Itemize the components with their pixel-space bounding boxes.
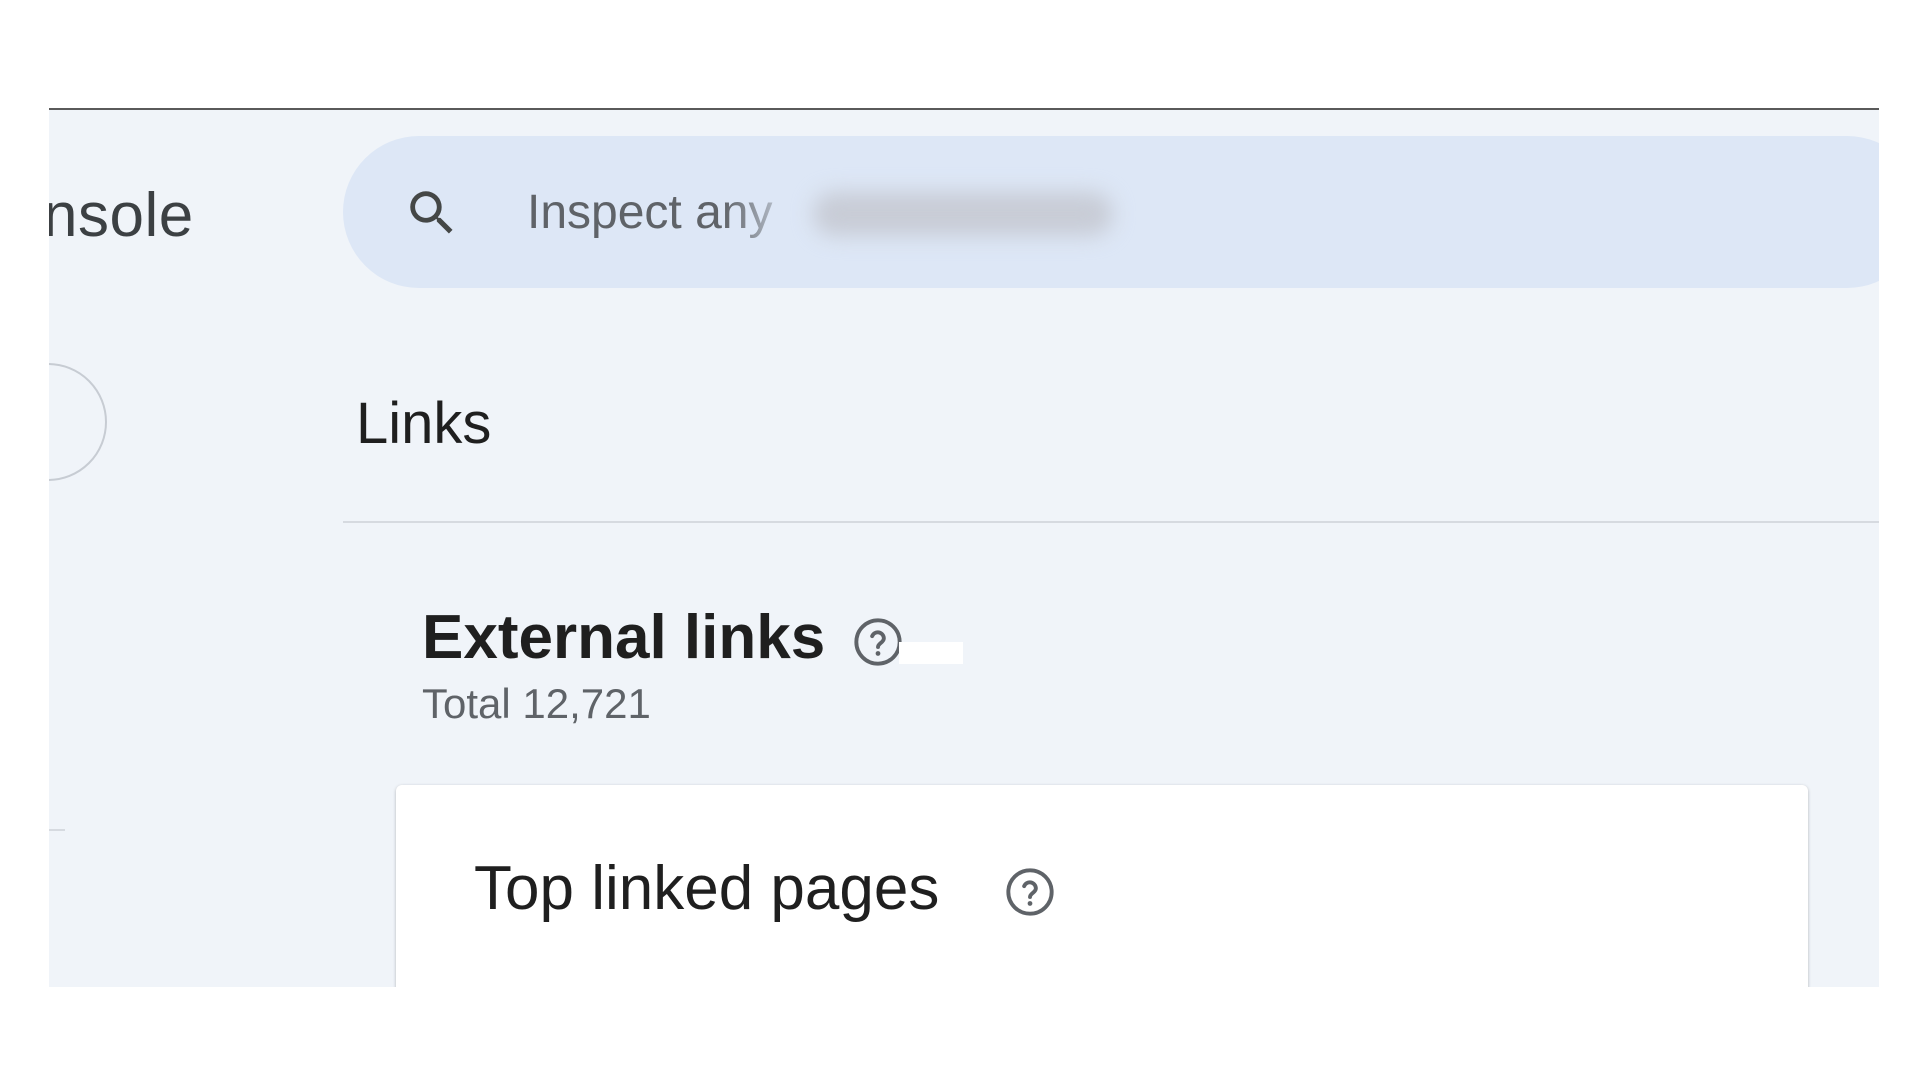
nav-menu-item-outline[interactable] xyxy=(49,363,107,481)
help-circle-icon[interactable] xyxy=(852,616,904,668)
external-links-heading: External links xyxy=(422,603,826,672)
top-linked-pages-heading: Top linked pages xyxy=(474,854,940,923)
external-links-total: Total 12,721 xyxy=(422,680,651,727)
top-linked-pages-card: Top linked pages xyxy=(396,785,1808,987)
search-icon[interactable] xyxy=(403,184,461,242)
sidebar-divider xyxy=(49,829,65,831)
redacted-property-name xyxy=(813,192,1113,236)
app-title: nsole xyxy=(49,181,194,250)
redaction-patch xyxy=(899,642,963,664)
help-circle-icon[interactable] xyxy=(1004,866,1056,918)
page-title: Links xyxy=(356,391,492,456)
url-inspection-search-bar[interactable] xyxy=(343,136,1879,288)
placeholder-fade xyxy=(723,186,803,238)
header-divider xyxy=(343,521,1879,523)
app-window: nsole Links External links Total 12,721 … xyxy=(49,108,1879,987)
screenshot-canvas: nsole Links External links Total 12,721 … xyxy=(0,0,1920,1080)
